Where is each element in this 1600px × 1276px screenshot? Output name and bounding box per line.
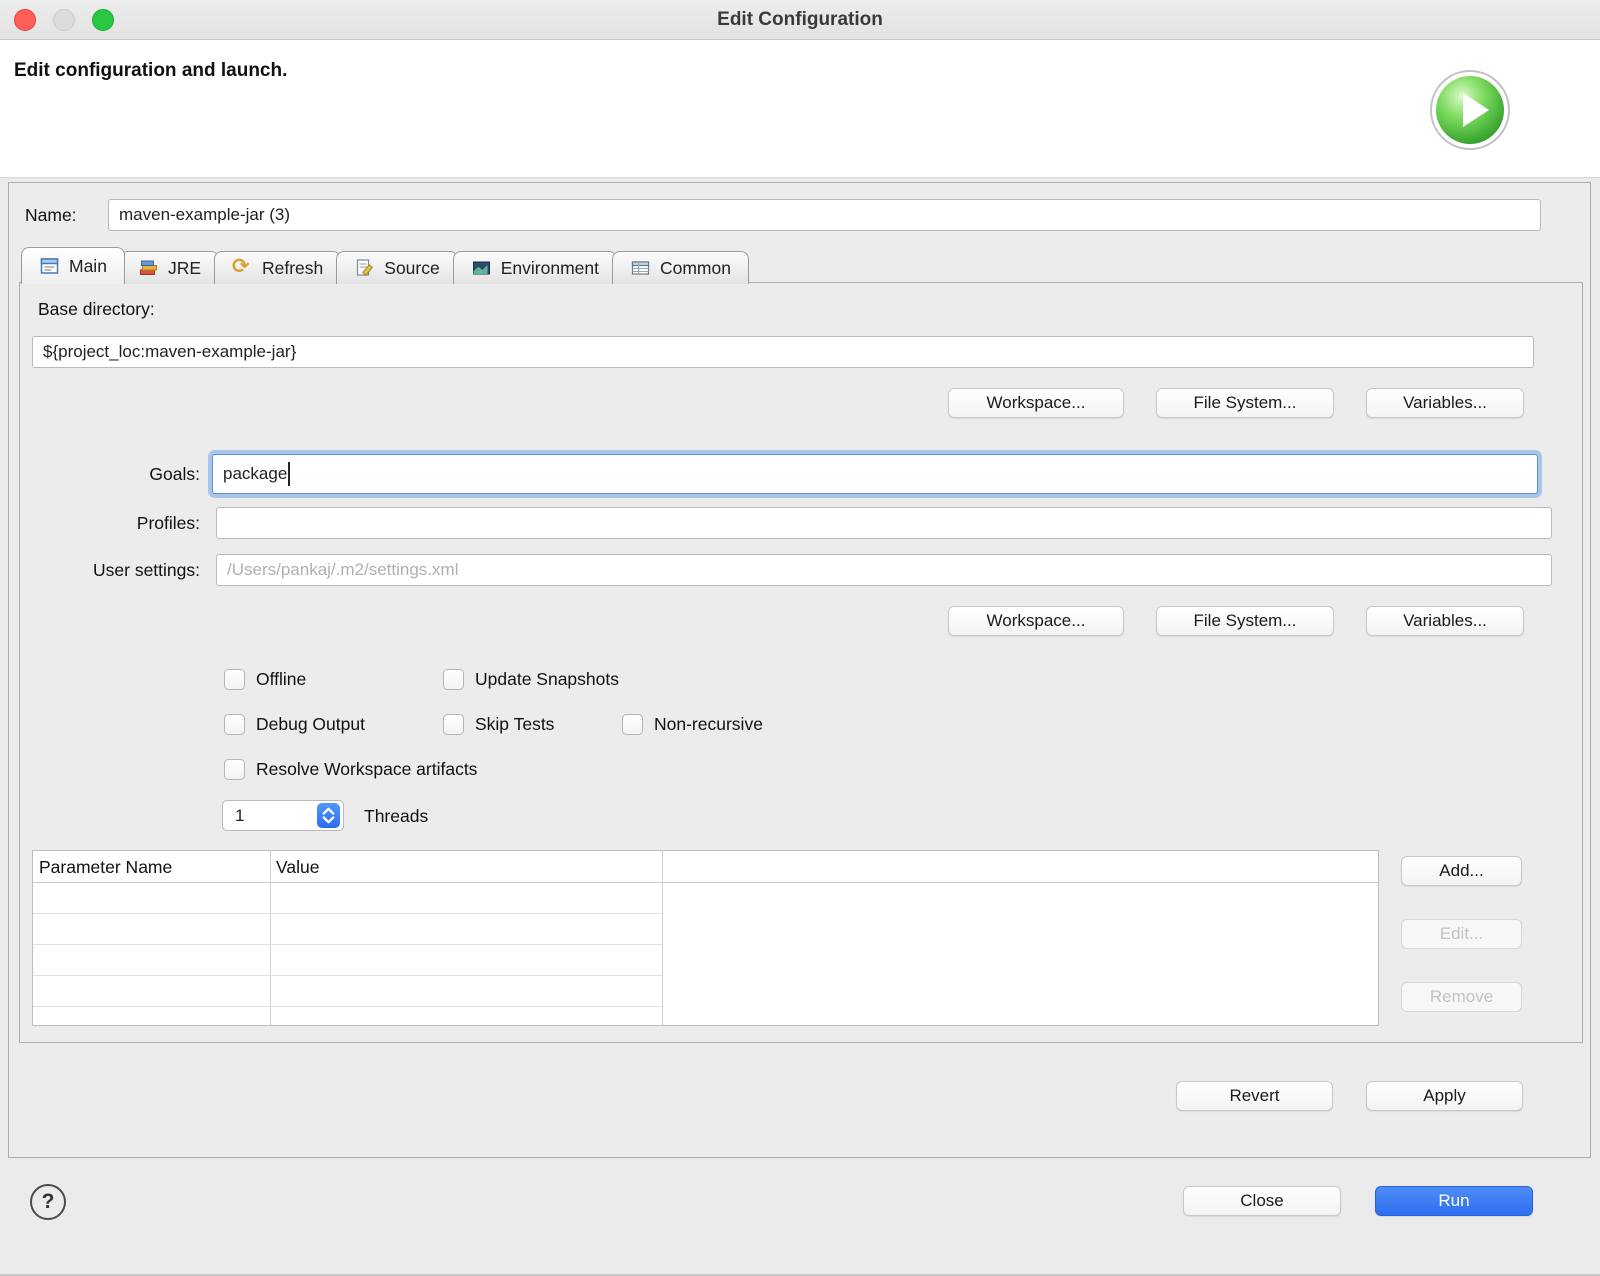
base-directory-label: Base directory: (38, 299, 155, 320)
table-row (33, 914, 662, 945)
workspace-button-1[interactable]: Workspace... (948, 388, 1124, 418)
goals-input[interactable]: package (212, 454, 1538, 494)
offline-checkbox[interactable] (224, 669, 245, 690)
tab-common-label: Common (660, 258, 731, 279)
resolve-workspace-artifacts-checkbox[interactable] (224, 759, 245, 780)
text-caret (288, 462, 290, 486)
debug-output-label: Debug Output (256, 714, 365, 735)
run-play-icon (1428, 68, 1512, 152)
base-directory-text: ${project_loc:maven-example-jar} (43, 342, 296, 362)
run-button[interactable]: Run (1375, 1186, 1533, 1216)
tab-main-label: Main (69, 256, 107, 277)
user-settings-input[interactable]: /Users/pankaj/.m2/settings.xml (216, 554, 1552, 586)
parameters-table[interactable]: Parameter Name Value (32, 850, 1379, 1026)
tab-source-label: Source (384, 258, 439, 279)
name-input-text: maven-example-jar (3) (119, 205, 290, 225)
tab-source[interactable]: Source (336, 251, 457, 284)
workspace-button-2[interactable]: Workspace... (948, 606, 1124, 636)
header-message: Edit configuration and launch. (14, 60, 287, 82)
profiles-label: Profiles: (20, 513, 200, 534)
tab-jre[interactable]: JRE (120, 251, 219, 284)
offline-label: Offline (256, 669, 306, 690)
table-row (33, 976, 662, 1007)
help-icon[interactable]: ? (30, 1184, 66, 1220)
user-settings-placeholder-text: /Users/pankaj/.m2/settings.xml (227, 560, 458, 580)
window-title: Edit Configuration (0, 0, 1600, 40)
config-panel: Name: maven-example-jar (3) Main JRE ⟳ R… (8, 182, 1591, 1158)
dialog-header: Edit configuration and launch. (0, 40, 1600, 178)
table-row (33, 883, 662, 914)
titlebar: Edit Configuration (0, 0, 1600, 40)
non-recursive-checkbox[interactable] (622, 714, 643, 735)
debug-output-checkbox[interactable] (224, 714, 245, 735)
apply-button[interactable]: Apply (1366, 1081, 1523, 1111)
tab-environment[interactable]: Environment (453, 251, 617, 284)
goals-label: Goals: (20, 464, 200, 485)
tab-bar: Main JRE ⟳ Refresh Source (21, 247, 744, 284)
help-glyph: ? (42, 1190, 55, 1214)
goals-input-text: package (223, 464, 287, 484)
remove-button: Remove (1401, 982, 1522, 1012)
close-button[interactable]: Close (1183, 1186, 1341, 1216)
table-row (33, 945, 662, 976)
common-tab-icon (630, 258, 651, 278)
tab-refresh-label: Refresh (262, 258, 323, 279)
parameters-table-header: Parameter Name Value (33, 851, 1378, 883)
revert-button[interactable]: Revert (1176, 1081, 1333, 1111)
name-input[interactable]: maven-example-jar (3) (108, 199, 1541, 231)
column-header-value[interactable]: Value (270, 851, 319, 883)
skip-tests-label: Skip Tests (475, 714, 554, 735)
threads-stepper[interactable]: 1 (222, 800, 344, 831)
tab-environment-label: Environment (501, 258, 599, 279)
tab-main[interactable]: Main (21, 247, 125, 284)
update-snapshots-label: Update Snapshots (475, 669, 619, 690)
variables-button-2[interactable]: Variables... (1366, 606, 1524, 636)
update-snapshots-checkbox[interactable] (443, 669, 464, 690)
name-label: Name: (25, 205, 77, 226)
file-system-button-2[interactable]: File System... (1156, 606, 1334, 636)
edit-button: Edit... (1401, 919, 1522, 949)
environment-tab-icon (471, 258, 492, 278)
tab-refresh[interactable]: ⟳ Refresh (214, 251, 341, 284)
main-tab-content: Base directory: ${project_loc:maven-exam… (19, 282, 1583, 1043)
user-settings-label: User settings: (20, 560, 200, 581)
profiles-input[interactable] (216, 507, 1552, 539)
threads-value: 1 (223, 806, 317, 826)
source-tab-icon (354, 258, 375, 278)
resolve-workspace-artifacts-label: Resolve Workspace artifacts (256, 759, 477, 780)
base-directory-input[interactable]: ${project_loc:maven-example-jar} (32, 336, 1534, 368)
refresh-tab-icon: ⟳ (232, 258, 253, 278)
threads-stepper-buttons[interactable] (317, 803, 340, 828)
main-tab-icon (39, 256, 60, 276)
threads-label: Threads (364, 806, 428, 827)
skip-tests-checkbox[interactable] (443, 714, 464, 735)
jre-tab-icon (138, 258, 159, 278)
tab-common[interactable]: Common (612, 251, 749, 284)
non-recursive-label: Non-recursive (654, 714, 763, 735)
tab-jre-label: JRE (168, 258, 201, 279)
column-header-parameter-name[interactable]: Parameter Name (33, 851, 172, 883)
variables-button-1[interactable]: Variables... (1366, 388, 1524, 418)
add-button[interactable]: Add... (1401, 856, 1522, 886)
column-divider (662, 851, 663, 1025)
file-system-button-1[interactable]: File System... (1156, 388, 1334, 418)
